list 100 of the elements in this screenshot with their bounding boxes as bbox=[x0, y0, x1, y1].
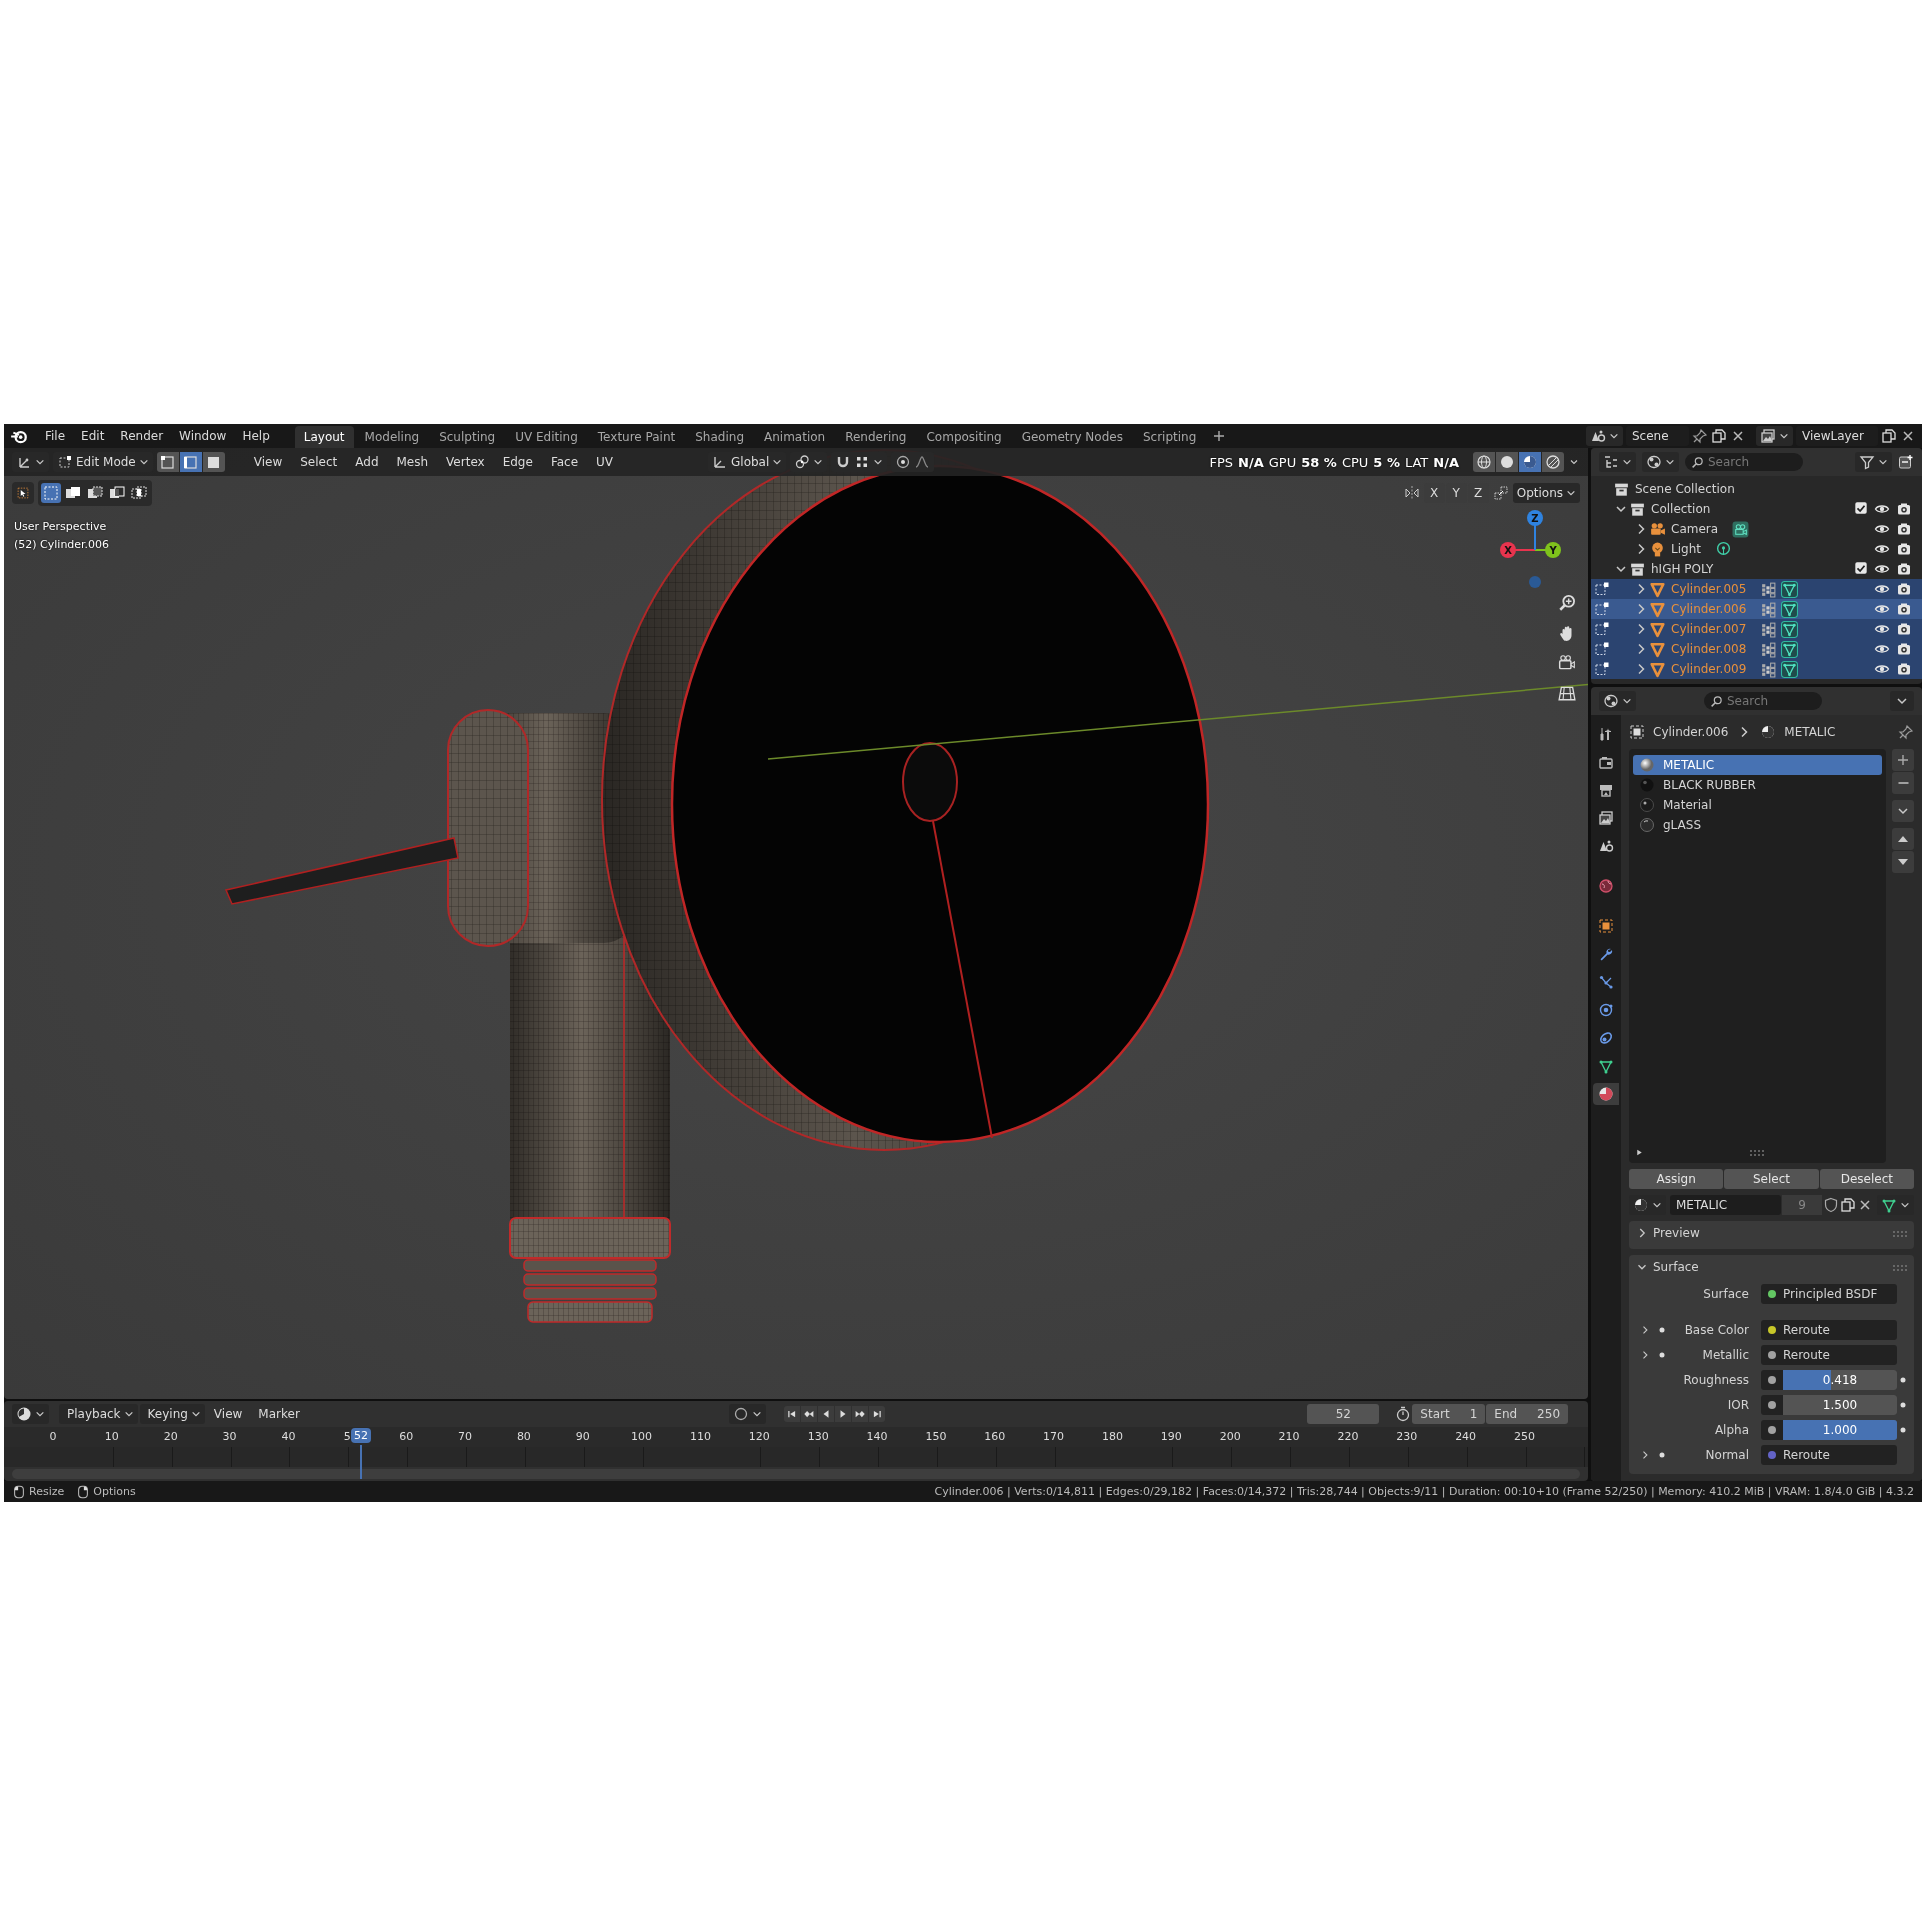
menu-item[interactable]: Vertex bbox=[439, 455, 492, 469]
stats-text: N/A bbox=[1433, 454, 1459, 470]
slot-action-button[interactable]: Assign bbox=[1629, 1169, 1724, 1189]
link-field[interactable]: Principled BSDF bbox=[1761, 1284, 1897, 1304]
menu-item[interactable]: View bbox=[206, 1407, 250, 1421]
workspace-tab[interactable]: Texture Paint bbox=[588, 426, 685, 448]
hint-label: Resize bbox=[29, 1485, 65, 1498]
options-dropdown[interactable]: Options bbox=[1512, 483, 1580, 503]
slider-field[interactable]: 1.000 bbox=[1783, 1420, 1897, 1440]
start-frame-field[interactable]: Start 1 bbox=[1412, 1404, 1486, 1424]
frame-number: 170 bbox=[1043, 1430, 1065, 1443]
frame-number: 230 bbox=[1396, 1430, 1418, 1443]
menu-dropdown[interactable]: Keying bbox=[139, 1404, 205, 1424]
workspace-tab[interactable]: Layout bbox=[294, 426, 354, 448]
frame-number: 200 bbox=[1219, 1430, 1241, 1443]
end-frame-field[interactable]: End 250 bbox=[1486, 1404, 1568, 1424]
item-label: Cylinder.009 bbox=[1671, 662, 1747, 676]
breadcrumb-object[interactable]: Cylinder.006 bbox=[1653, 725, 1729, 739]
panel-header[interactable]: Preview bbox=[1629, 1221, 1914, 1245]
axis-label: Z bbox=[1531, 513, 1539, 524]
menu-item[interactable]: View bbox=[246, 455, 290, 469]
property-label: IOR bbox=[1727, 1398, 1749, 1412]
menu-item[interactable]: Help bbox=[235, 429, 277, 443]
frame-number: 180 bbox=[1101, 1430, 1123, 1443]
frame-number: 140 bbox=[866, 1430, 888, 1443]
slot-action-button[interactable]: Select bbox=[1724, 1169, 1819, 1189]
workspace-tab[interactable]: Sculpting bbox=[430, 426, 505, 448]
outliner-item[interactable]: Cylinder.008 bbox=[1591, 639, 1922, 659]
menu-item[interactable]: Select bbox=[293, 455, 345, 469]
view-layer-field[interactable]: ViewLayer bbox=[1796, 426, 1878, 446]
stats-text: 5 % bbox=[1373, 454, 1400, 470]
workspace-tab[interactable]: UV Editing bbox=[506, 426, 587, 448]
frame-number: 250 bbox=[1514, 1430, 1535, 1443]
frame-number: 90 bbox=[575, 1430, 590, 1443]
stats-text: N/A bbox=[1238, 454, 1264, 470]
current-frame-field[interactable]: 52 bbox=[1307, 1404, 1380, 1424]
menu-item[interactable]: Face bbox=[543, 455, 585, 469]
breadcrumb-material[interactable]: METALIC bbox=[1784, 725, 1836, 739]
menu-item[interactable]: Render bbox=[113, 429, 171, 443]
workspace-tab[interactable]: Geometry Nodes bbox=[1012, 426, 1132, 448]
menu-item[interactable]: Add bbox=[348, 455, 386, 469]
item-label: Cylinder.006 bbox=[1671, 602, 1747, 616]
material-slot[interactable]: BLACK RUBBER bbox=[1633, 775, 1882, 795]
menu-dropdown[interactable]: Playback bbox=[59, 1404, 138, 1424]
material-slot[interactable]: Material bbox=[1633, 795, 1882, 815]
menu-item[interactable]: Edge bbox=[495, 455, 540, 469]
material-name-field[interactable]: METALIC bbox=[1670, 1195, 1781, 1215]
playhead-frame[interactable]: 52 bbox=[351, 1428, 372, 1443]
search-field[interactable]: Search bbox=[1704, 692, 1822, 710]
status-stats: Cylinder.006 | Verts:0/14,811 | Edges:0/29,182 | Faces:0/14,372 | Tris:28,744 | Objects:9/11 | Duration: 00:10+10 (Frame 52/250) | Memory: 410.2 MiB | VRAM: 1.8/4.0 GiB | 4.3.2 bbox=[934, 1485, 1914, 1498]
frame-number: 110 bbox=[689, 1430, 711, 1443]
slot-action-button[interactable]: Deselect bbox=[1819, 1169, 1914, 1189]
frame-number: 40 bbox=[281, 1430, 296, 1443]
frame-number: 30 bbox=[222, 1430, 237, 1443]
outliner-item[interactable]: Camera bbox=[1591, 519, 1922, 539]
workspace-tab[interactable]: Animation bbox=[755, 426, 835, 448]
stats-text: 58 % bbox=[1301, 454, 1337, 470]
property-label: Alpha bbox=[1714, 1423, 1749, 1437]
item-label: Light bbox=[1671, 542, 1701, 556]
item-label: hIGH POLY bbox=[1651, 562, 1714, 576]
link-field[interactable]: Reroute bbox=[1761, 1320, 1897, 1340]
frame-number: 150 bbox=[925, 1430, 947, 1443]
outliner-item[interactable]: Collection bbox=[1591, 499, 1922, 519]
link-field[interactable]: Reroute bbox=[1761, 1345, 1897, 1365]
workspace-tab[interactable]: Modeling bbox=[355, 426, 429, 448]
material-slot[interactable]: METALIC bbox=[1633, 755, 1882, 775]
outliner-item[interactable]: Scene Collection bbox=[1591, 479, 1922, 499]
workspace-tab[interactable]: Shading bbox=[686, 426, 753, 448]
outliner-item[interactable]: Cylinder.009 bbox=[1591, 659, 1922, 679]
number-field[interactable]: 1.500 bbox=[1783, 1395, 1897, 1415]
frame-number: 80 bbox=[516, 1430, 531, 1443]
axis-label: X bbox=[1504, 545, 1512, 556]
menu-item[interactable]: Mesh bbox=[389, 455, 436, 469]
panel-header[interactable]: Surface bbox=[1629, 1255, 1914, 1279]
material-slot[interactable]: gLASS bbox=[1633, 815, 1882, 835]
scene-field[interactable]: Scene bbox=[1626, 426, 1689, 446]
link-field[interactable]: Reroute bbox=[1761, 1445, 1897, 1465]
menu-item[interactable]: Window bbox=[172, 429, 234, 443]
workspace-tab[interactable]: Rendering bbox=[836, 426, 916, 448]
menu-item[interactable]: Edit bbox=[74, 429, 112, 443]
menu-item[interactable]: UV bbox=[589, 455, 620, 469]
outliner-item[interactable]: hIGH POLY bbox=[1591, 559, 1922, 579]
outliner-item[interactable]: Cylinder.007 bbox=[1591, 619, 1922, 639]
frame-number: 160 bbox=[984, 1430, 1006, 1443]
navigation-gizmo[interactable]: X Y Z bbox=[1500, 510, 1561, 588]
outliner-item[interactable]: Cylinder.005 bbox=[1591, 579, 1922, 599]
property-label: Surface bbox=[1703, 1287, 1749, 1301]
outliner-item[interactable]: Light bbox=[1591, 539, 1922, 559]
menu-item[interactable]: File bbox=[38, 429, 73, 443]
frame-number: 0 bbox=[49, 1430, 57, 1443]
property-label: Roughness bbox=[1683, 1373, 1749, 1387]
stats-text: LAT bbox=[1404, 454, 1429, 470]
workspace-tab[interactable]: Scripting bbox=[1133, 426, 1206, 448]
menu-item[interactable]: Marker bbox=[251, 1407, 307, 1421]
item-label: Cylinder.007 bbox=[1671, 622, 1747, 636]
search-field[interactable]: Search bbox=[1685, 453, 1803, 471]
property-label: Metallic bbox=[1702, 1348, 1749, 1362]
object-info: (52) Cylinder.006 bbox=[14, 537, 110, 553]
workspace-tab[interactable]: Compositing bbox=[917, 426, 1011, 448]
frame-number: 210 bbox=[1278, 1430, 1300, 1443]
